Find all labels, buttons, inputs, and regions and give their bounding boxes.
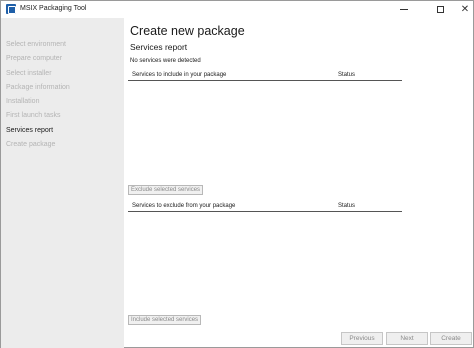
include-col-status[interactable]: Status <box>338 70 355 80</box>
exclude-col-name[interactable]: Services to exclude from your package <box>132 201 235 211</box>
exclude-table-header: Services to exclude from your package St… <box>128 201 402 212</box>
minimize-icon <box>400 9 408 10</box>
close-icon: ✕ <box>460 3 470 15</box>
msix-app-icon <box>6 4 16 14</box>
window-title: MSIX Packaging Tool <box>20 5 87 12</box>
sidebar-item-select-installer[interactable]: Select installer <box>6 69 52 79</box>
include-col-name[interactable]: Services to include in your package <box>132 70 226 80</box>
include-table-header: Services to include in your package Stat… <box>128 70 402 81</box>
sidebar-item-select-environment[interactable]: Select environment <box>6 40 66 50</box>
previous-button[interactable]: Previous <box>341 332 383 345</box>
app-window: MSIX Packaging Tool ✕ Select environment… <box>0 0 474 348</box>
sidebar-item-package-information[interactable]: Package information <box>6 83 70 93</box>
no-services-message: No services were detected <box>130 58 201 64</box>
section-title: Services report <box>130 42 188 52</box>
maximize-icon <box>436 6 444 13</box>
maximize-button[interactable] <box>427 1 453 18</box>
create-button[interactable]: Create <box>430 332 472 345</box>
sidebar-item-first-launch-tasks[interactable]: First launch tasks <box>6 111 60 121</box>
close-button[interactable]: ✕ <box>452 1 474 18</box>
include-services-list[interactable] <box>128 82 402 182</box>
exclude-selected-services-button[interactable]: Exclude selected services <box>128 185 204 195</box>
title-bar: MSIX Packaging Tool ✕ <box>1 1 473 18</box>
sidebar-item-prepare-computer[interactable]: Prepare computer <box>6 54 62 64</box>
exclude-services-list[interactable] <box>128 213 402 313</box>
sidebar-item-services-report[interactable]: Services report <box>6 126 53 136</box>
page-title: Create new package <box>130 24 245 38</box>
next-button[interactable]: Next <box>386 332 428 345</box>
sidebar-item-create-package[interactable]: Create package <box>6 140 55 150</box>
exclude-col-status[interactable]: Status <box>338 201 355 211</box>
minimize-button[interactable] <box>391 1 417 18</box>
sidebar-item-installation[interactable]: Installation <box>6 97 39 107</box>
sidebar: Select environment Prepare computer Sele… <box>1 18 124 348</box>
main-content: Create new package Services report No se… <box>124 18 474 348</box>
include-selected-services-button[interactable]: Include selected services <box>128 315 202 325</box>
